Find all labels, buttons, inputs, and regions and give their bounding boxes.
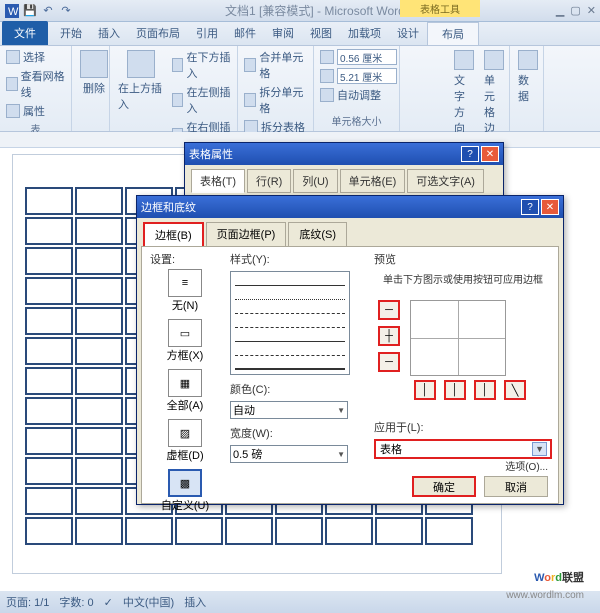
help-icon[interactable]: ? xyxy=(461,146,479,162)
width-label: 宽度(W): xyxy=(230,425,360,441)
watermark-logo: Word联盟 xyxy=(534,564,584,587)
tab-home[interactable]: 开始 xyxy=(52,21,90,45)
split-cells-button[interactable]: 拆分单元格 xyxy=(242,83,309,117)
options-button[interactable]: 选项(O)... xyxy=(505,458,548,473)
tab-references[interactable]: 引用 xyxy=(188,21,226,45)
undo-icon[interactable]: ↶ xyxy=(40,3,56,19)
alignment-grid[interactable] xyxy=(404,48,448,50)
preview-hint: 单击下方图示或使用按钮可应用边框 xyxy=(374,271,552,286)
insert-below-button[interactable]: 在下方插入 xyxy=(170,48,233,82)
status-words[interactable]: 字数: 0 xyxy=(59,594,93,610)
table-properties-titlebar[interactable]: 表格属性 ? ✕ xyxy=(185,143,503,165)
tab-shading[interactable]: 底纹(S) xyxy=(288,222,347,246)
minimize-icon[interactable]: ▁ xyxy=(556,4,564,17)
svg-text:W: W xyxy=(8,6,19,18)
word-icon: W xyxy=(4,3,20,19)
text-direction-button[interactable]: 文字方向 xyxy=(450,48,478,138)
border-right-button[interactable]: │ xyxy=(474,380,496,400)
tab-design[interactable]: 设计 xyxy=(389,21,427,45)
color-label: 颜色(C): xyxy=(230,381,360,397)
cancel-button[interactable]: 取消 xyxy=(484,476,548,497)
context-tab-title: 表格工具 xyxy=(400,0,480,17)
setting-grid[interactable]: ▨虚框(D) xyxy=(150,419,220,463)
borders-shading-titlebar[interactable]: 边框和底纹 ? ✕ xyxy=(137,196,563,218)
color-combo[interactable]: 自动 xyxy=(230,401,348,419)
status-insert[interactable]: 插入 xyxy=(184,594,206,610)
select-button[interactable]: 选择 xyxy=(4,48,67,66)
preview-grid[interactable] xyxy=(410,300,506,376)
tab-layout[interactable]: 布局 xyxy=(427,22,479,45)
table-properties-dialog: 表格属性 ? ✕ 表格(T) 行(R) 列(U) 单元格(E) 可选文字(A) xyxy=(184,142,504,202)
tab-page-layout[interactable]: 页面布局 xyxy=(128,21,188,45)
close-icon[interactable]: ✕ xyxy=(481,146,499,162)
titlebar: W 💾 ↶ ↷ 文档1 [兼容模式] - Microsoft Word ▁ ▢ … xyxy=(0,0,600,22)
borders-shading-dialog: 边框和底纹 ? ✕ 边框(B) 页面边框(P) 底纹(S) 设置: ≡无(N) … xyxy=(136,195,564,505)
ok-button[interactable]: 确定 xyxy=(412,476,476,497)
col-width-input[interactable]: 5.21 厘米 xyxy=(318,67,399,85)
group-cellsize-label: 单元格大小 xyxy=(318,112,395,129)
tab-cell[interactable]: 单元格(E) xyxy=(340,169,406,193)
tab-file[interactable]: 文件 xyxy=(2,21,48,45)
setting-custom[interactable]: ▩自定义(U) xyxy=(150,469,220,513)
width-combo[interactable]: 0.5 磅 xyxy=(230,445,348,463)
close-icon[interactable]: ✕ xyxy=(541,199,559,215)
restore-icon[interactable]: ▢ xyxy=(570,4,580,17)
border-left-button[interactable]: │ xyxy=(414,380,436,400)
style-label: 样式(Y): xyxy=(230,251,360,267)
border-vmid-button[interactable]: │ xyxy=(444,380,466,400)
group-delete-label xyxy=(76,127,105,129)
redo-icon[interactable]: ↷ xyxy=(58,3,74,19)
data-button[interactable]: 数据 xyxy=(514,48,542,106)
setting-box[interactable]: ▭方框(X) xyxy=(150,319,220,363)
tab-addins[interactable]: 加载项 xyxy=(340,21,389,45)
apply-to-label: 应用于(L): xyxy=(374,419,552,435)
tab-alt-text[interactable]: 可选文字(A) xyxy=(407,169,484,193)
style-listbox[interactable] xyxy=(230,271,350,375)
settings-label: 设置: xyxy=(150,251,175,267)
border-hmid-button[interactable]: ┼ xyxy=(378,326,400,346)
ribbon-tabs: 文件 开始 插入 页面布局 引用 邮件 审阅 视图 加载项 设计 布局 xyxy=(0,22,600,46)
status-proof-icon[interactable]: ✓ xyxy=(104,596,113,609)
tab-page-border[interactable]: 页面边框(P) xyxy=(206,222,287,246)
setting-all[interactable]: ▦全部(A) xyxy=(150,369,220,413)
apply-to-combo[interactable]: 表格 xyxy=(374,439,552,459)
autofit-button[interactable]: 自动调整 xyxy=(318,86,399,104)
status-language[interactable]: 中文(中国) xyxy=(123,594,174,610)
tab-row[interactable]: 行(R) xyxy=(247,169,291,193)
watermark-url: www.wordlm.com xyxy=(506,590,584,601)
help-icon[interactable]: ? xyxy=(521,199,539,215)
tab-review[interactable]: 审阅 xyxy=(264,21,302,45)
tab-table[interactable]: 表格(T) xyxy=(191,169,245,193)
border-top-button[interactable]: ─ xyxy=(378,300,400,320)
ribbon: 选择 查看网格线 属性 表 删除 在上方插入 在下方插入 在左侧插入 在右侧插入… xyxy=(0,46,600,132)
window-title: 文档1 [兼容模式] - Microsoft Word xyxy=(74,2,556,19)
tab-mailings[interactable]: 邮件 xyxy=(226,21,264,45)
setting-none[interactable]: ≡无(N) xyxy=(150,269,220,313)
row-height-input[interactable]: 0.56 厘米 xyxy=(318,48,399,66)
tab-insert[interactable]: 插入 xyxy=(90,21,128,45)
save-icon[interactable]: 💾 xyxy=(22,3,38,19)
preview-label: 预览 xyxy=(374,251,552,267)
tab-column[interactable]: 列(U) xyxy=(293,169,337,193)
properties-button[interactable]: 属性 xyxy=(4,102,67,120)
close-icon[interactable]: ✕ xyxy=(587,4,596,17)
border-diag-button[interactable]: ╲ xyxy=(504,380,526,400)
delete-button[interactable]: 删除 xyxy=(76,48,112,98)
insert-above-button[interactable]: 在上方插入 xyxy=(114,48,168,114)
status-page[interactable]: 页面: 1/1 xyxy=(6,594,49,610)
tab-borders[interactable]: 边框(B) xyxy=(143,222,204,246)
tab-view[interactable]: 视图 xyxy=(302,21,340,45)
border-bottom-button[interactable]: ─ xyxy=(378,352,400,372)
merge-cells-button[interactable]: 合并单元格 xyxy=(242,48,309,82)
insert-left-button[interactable]: 在左侧插入 xyxy=(170,83,233,117)
gridlines-button[interactable]: 查看网格线 xyxy=(4,67,67,101)
